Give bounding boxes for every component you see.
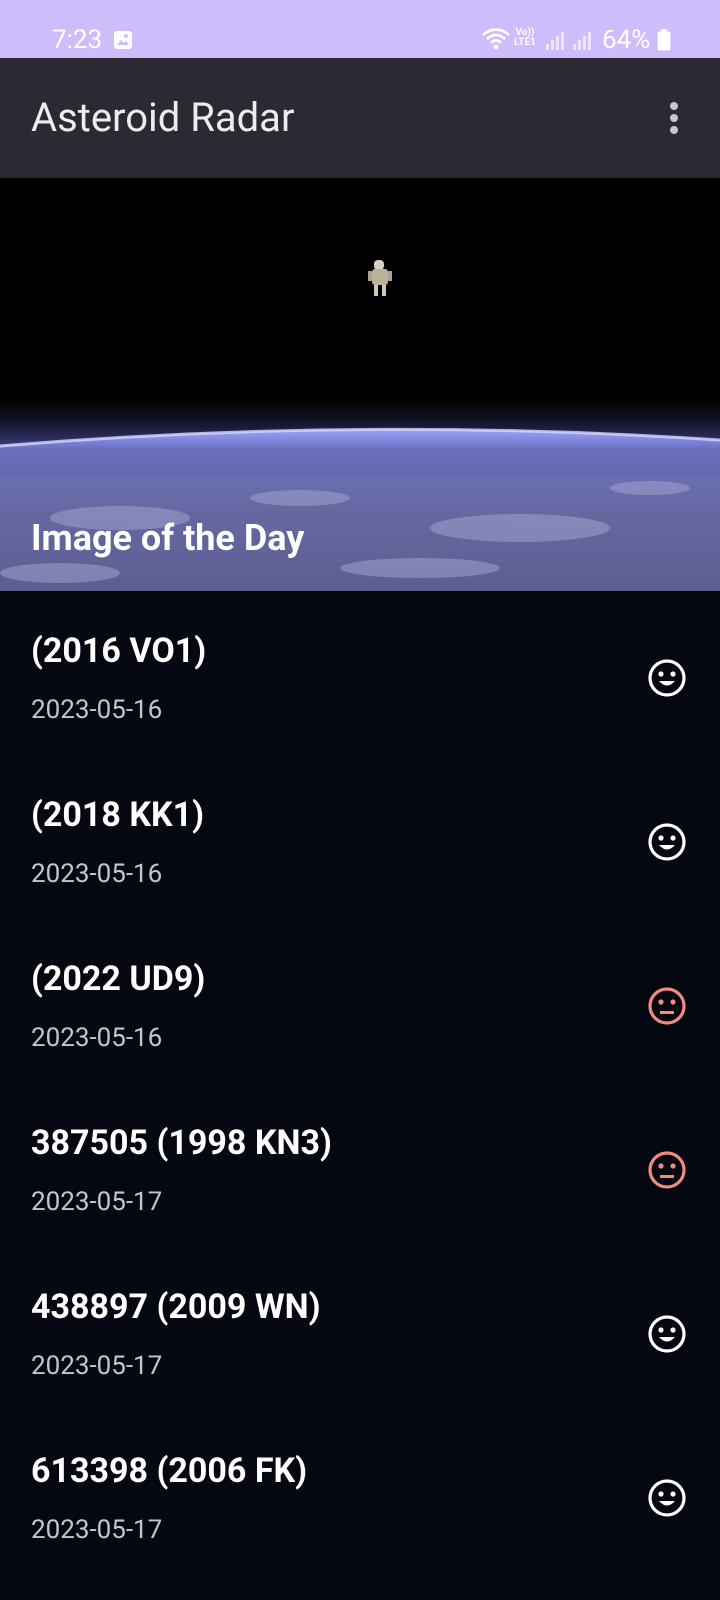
asteroid-date: 2023-05-17 [31, 1351, 163, 1381]
asteroid-date: 2023-05-17 [31, 1515, 163, 1545]
signal-icon [573, 32, 591, 50]
asteroid-date: 2023-05-16 [31, 1023, 163, 1053]
asteroid-date: 2023-05-16 [31, 859, 163, 889]
app-title: Asteroid Radar [31, 94, 295, 141]
more-vert-icon[interactable] [668, 101, 680, 135]
asteroid-name: 438897 (2009 WN) [31, 1287, 321, 1327]
asteroid-name: (2018 KK1) [31, 795, 205, 835]
status-time: 7:23 [52, 25, 103, 55]
volte-indicator: Vo)) LTE1 [514, 28, 536, 48]
asteroid-list-item[interactable]: (2018 KK1) 2023-05-16 [0, 755, 720, 919]
neutral-face-icon [648, 987, 686, 1025]
asteroid-name: 387505 (1998 KN3) [31, 1123, 332, 1163]
gallery-icon [114, 31, 132, 49]
app-bar: Asteroid Radar [0, 58, 720, 178]
asteroid-list-item[interactable]: 387505 (1998 KN3) 2023-05-17 [0, 1083, 720, 1247]
image-of-the-day-caption: Image of the Day [31, 517, 305, 559]
battery-percent: 64% [602, 25, 651, 55]
asteroid-name: 613398 (2006 FK) [31, 1451, 308, 1491]
happy-face-icon [648, 1315, 686, 1353]
neutral-face-icon [648, 1151, 686, 1189]
asteroid-list-item[interactable]: 613398 (2006 FK) 2023-05-17 [0, 1411, 720, 1575]
happy-face-icon [648, 823, 686, 861]
image-of-the-day[interactable]: Image of the Day [0, 178, 720, 591]
asteroid-list-item[interactable]: (2022 UD9) 2023-05-16 [0, 919, 720, 1083]
happy-face-icon [648, 659, 686, 697]
happy-face-icon [648, 1479, 686, 1517]
battery-icon [657, 29, 671, 51]
signal-icon [546, 32, 564, 50]
asteroid-list-item[interactable]: (2016 VO1) 2023-05-16 [0, 591, 720, 755]
status-bar: 7:23 Vo)) LTE1 64% [0, 0, 720, 58]
asteroid-list-item[interactable]: 438897 (2009 WN) 2023-05-17 [0, 1247, 720, 1411]
asteroid-name: (2022 UD9) [31, 959, 206, 999]
wifi-icon [482, 28, 510, 50]
asteroid-date: 2023-05-16 [31, 695, 163, 725]
lte-label: LTE1 [514, 37, 536, 48]
asteroid-date: 2023-05-17 [31, 1187, 163, 1217]
asteroid-name: (2016 VO1) [31, 631, 207, 671]
asteroid-list: (2016 VO1) 2023-05-16 (2018 KK1) 2023-05… [0, 591, 720, 1575]
